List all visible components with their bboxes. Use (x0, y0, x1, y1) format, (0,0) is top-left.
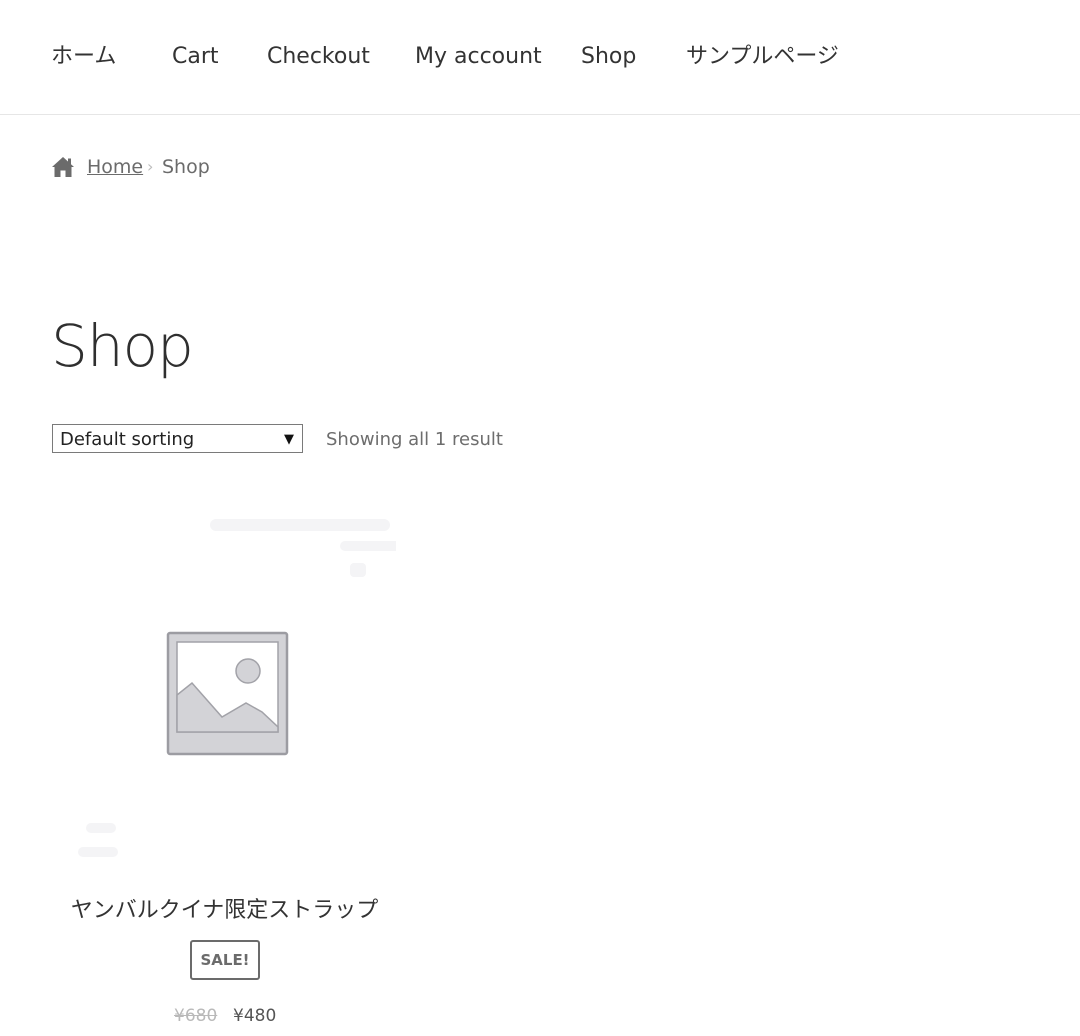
nav-item-my-account[interactable]: My account (415, 40, 542, 74)
breadcrumb-current: Shop (162, 156, 210, 178)
sort-select-value: Default sorting (60, 429, 195, 450)
sale-price: ¥480 (233, 1006, 277, 1026)
result-count: Showing all 1 result (326, 429, 503, 450)
sale-badge: SALE! (190, 940, 260, 980)
regular-price: ¥680 (174, 1006, 218, 1026)
product-title[interactable]: ヤンバルクイナ限定ストラップ (52, 893, 397, 929)
nav-item-checkout[interactable]: Checkout (267, 40, 370, 74)
nav-item-cart[interactable]: Cart (172, 40, 219, 74)
dropdown-arrow-icon: ▼ (284, 432, 294, 447)
site-header: ホーム Cart Checkout My account Shop サンプルペー… (0, 0, 1080, 115)
breadcrumb-home-link[interactable]: Home (87, 152, 143, 182)
image-placeholder-icon (78, 519, 396, 857)
home-icon (52, 157, 74, 177)
page-title: Shop (51, 312, 194, 380)
nav-item-home[interactable]: ホーム (51, 40, 116, 74)
sort-select[interactable]: Default sorting ▼ (52, 424, 303, 453)
breadcrumb-separator-icon: › (147, 157, 154, 176)
nav-item-sample-page[interactable]: サンプルページ (686, 40, 839, 74)
page: ホーム Cart Checkout My account Shop サンプルペー… (0, 0, 1080, 1036)
nav-item-shop[interactable]: Shop (581, 40, 636, 74)
